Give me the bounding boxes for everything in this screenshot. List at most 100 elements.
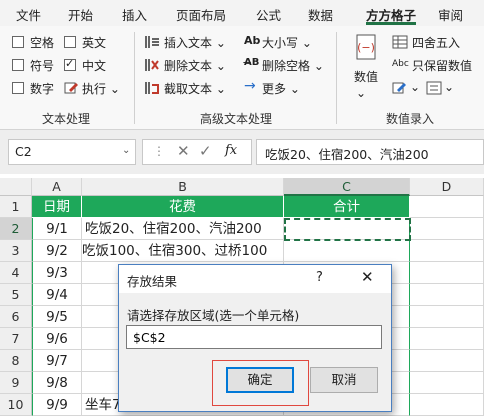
chevron-down-icon[interactable]: ⌄ — [122, 145, 130, 156]
row-header[interactable]: 4 — [0, 262, 32, 284]
numeric-button[interactable]: 数值 — [354, 68, 378, 85]
chevron-down-icon: ⌄ — [109, 82, 120, 96]
cancel-button[interactable]: 取消 — [310, 367, 378, 393]
cell[interactable] — [410, 218, 484, 240]
date-cell[interactable]: 9/5 — [32, 306, 82, 328]
column-header-b[interactable]: B — [82, 178, 284, 196]
chevron-down-icon: ⌄ — [215, 82, 226, 96]
checkbox-chinese[interactable] — [64, 57, 76, 71]
delete-text-icon — [145, 59, 159, 71]
formula-input[interactable]: 吃饭20、住宿200、汽油200 — [256, 139, 484, 165]
select-all-corner[interactable] — [0, 178, 32, 196]
date-cell[interactable]: 9/2 — [32, 240, 82, 262]
tab-review[interactable]: 审阅 — [438, 5, 463, 24]
cost-cell[interactable]: 吃饭100、住宿300、过桥100 — [82, 240, 284, 262]
cell[interactable] — [410, 394, 484, 416]
header-cell-total[interactable]: 合计 — [284, 196, 410, 218]
delete-spaces-icon: A̶B — [244, 57, 260, 68]
cancel-icon[interactable]: ✕ — [177, 142, 190, 160]
chevron-down-icon: ⌄ — [289, 82, 300, 96]
case-label: 大小写 — [262, 36, 299, 50]
cell[interactable] — [410, 328, 484, 350]
total-cell[interactable] — [284, 240, 410, 262]
tab-home[interactable]: 开始 — [68, 5, 93, 24]
numeric-icon: (−) — [356, 34, 376, 60]
cell[interactable] — [410, 306, 484, 328]
row-header[interactable]: 9 — [0, 372, 32, 394]
more-label: 更多 — [262, 82, 287, 96]
tab-file[interactable]: 文件 — [16, 5, 41, 24]
date-cell[interactable]: 9/4 — [32, 284, 82, 306]
help-icon[interactable]: ? — [316, 270, 323, 285]
range-input[interactable] — [126, 325, 382, 349]
cell[interactable] — [410, 350, 484, 372]
delete-text-button[interactable]: 删除文本 ⌄ — [164, 57, 226, 74]
date-cell[interactable]: 9/6 — [32, 328, 82, 350]
tab-insert[interactable]: 插入 — [122, 5, 147, 24]
row-header[interactable]: 10 — [0, 394, 32, 416]
cell[interactable] — [410, 240, 484, 262]
row-header[interactable]: 6 — [0, 306, 32, 328]
cell[interactable] — [410, 372, 484, 394]
column-header-a[interactable]: A — [32, 178, 82, 196]
insert-text-icon — [145, 36, 159, 48]
more-options-icon: ⋮ — [153, 144, 165, 158]
checkbox-english-label: 英文 — [82, 36, 107, 50]
checkbox-symbol[interactable] — [12, 59, 24, 71]
insert-function-button[interactable]: fx — [225, 143, 237, 158]
date-cell[interactable]: 9/8 — [32, 372, 82, 394]
execute-button[interactable]: 执行 ⌄ — [82, 80, 120, 97]
checkbox-number-label: 数字 — [30, 82, 55, 96]
checkbox-space[interactable] — [12, 36, 24, 48]
row-header[interactable]: 5 — [0, 284, 32, 306]
cost-cell[interactable]: 吃饭20、住宿200、汽油200 — [82, 218, 284, 240]
chevron-down-icon: ⌄ — [301, 36, 312, 50]
cell[interactable] — [410, 262, 484, 284]
header-cell-date[interactable]: 日期 — [32, 196, 82, 218]
delete-spaces-button[interactable]: 删除空格 ⌄ — [262, 57, 324, 74]
svg-text:(−): (−) — [357, 41, 375, 54]
column-header-c[interactable]: C — [284, 178, 410, 196]
case-button[interactable]: 大小写 ⌄ — [262, 34, 312, 51]
close-icon[interactable]: ✕ — [361, 268, 374, 286]
tab-formulas[interactable]: 公式 — [256, 5, 281, 24]
more-button[interactable]: 更多 ⌄ — [262, 80, 300, 97]
cell[interactable] — [410, 284, 484, 306]
name-box[interactable]: C2 — [8, 139, 136, 165]
checkbox-number[interactable] — [12, 82, 24, 94]
header-cell-cost[interactable]: 花费 — [82, 196, 284, 218]
execute-icon — [64, 82, 78, 94]
chevron-down-icon: ⌄ — [356, 86, 367, 100]
insert-text-button[interactable]: 插入文本 ⌄ — [164, 34, 226, 51]
extract-text-label: 截取文本 — [164, 82, 213, 96]
date-cell[interactable]: 9/7 — [32, 350, 82, 372]
chevron-down-icon[interactable]: ⌄ — [410, 80, 420, 94]
checkbox-chinese-label: 中文 — [82, 59, 107, 73]
checkbox-space-label: 空格 — [30, 36, 55, 50]
round-button[interactable]: 四舍五入 — [412, 34, 460, 51]
group-divider — [134, 32, 135, 124]
column-header-d[interactable]: D — [410, 178, 484, 196]
chevron-down-icon: ⌄ — [215, 36, 226, 50]
row-header[interactable]: 1 — [0, 196, 32, 218]
date-cell[interactable]: 9/1 — [32, 218, 82, 240]
row-header[interactable]: 3 — [0, 240, 32, 262]
row-header[interactable]: 2 — [0, 218, 32, 240]
execute-label: 执行 — [82, 82, 107, 96]
tab-page-layout[interactable]: 页面布局 — [176, 5, 226, 24]
cell[interactable] — [410, 196, 484, 218]
row-header[interactable]: 7 — [0, 328, 32, 350]
date-cell[interactable]: 9/9 — [32, 394, 82, 416]
keep-numeric-button[interactable]: 只保留数值 — [412, 57, 472, 74]
chevron-down-icon[interactable]: ⌄ — [444, 80, 454, 94]
ribbon-tab-bar: 文件 开始 插入 页面布局 公式 数据 方方格子 审阅 — [0, 0, 484, 26]
dialog-titlebar: 存放结果 ? ✕ — [119, 265, 391, 293]
row-header[interactable]: 8 — [0, 350, 32, 372]
date-cell[interactable]: 9/3 — [32, 262, 82, 284]
selected-cell-c2[interactable] — [284, 218, 411, 241]
confirm-icon[interactable]: ✓ — [199, 142, 212, 160]
active-tab-underline — [366, 22, 416, 25]
checkbox-english[interactable] — [64, 36, 76, 48]
extract-text-button[interactable]: 截取文本 ⌄ — [164, 80, 226, 97]
tab-data[interactable]: 数据 — [308, 5, 333, 24]
